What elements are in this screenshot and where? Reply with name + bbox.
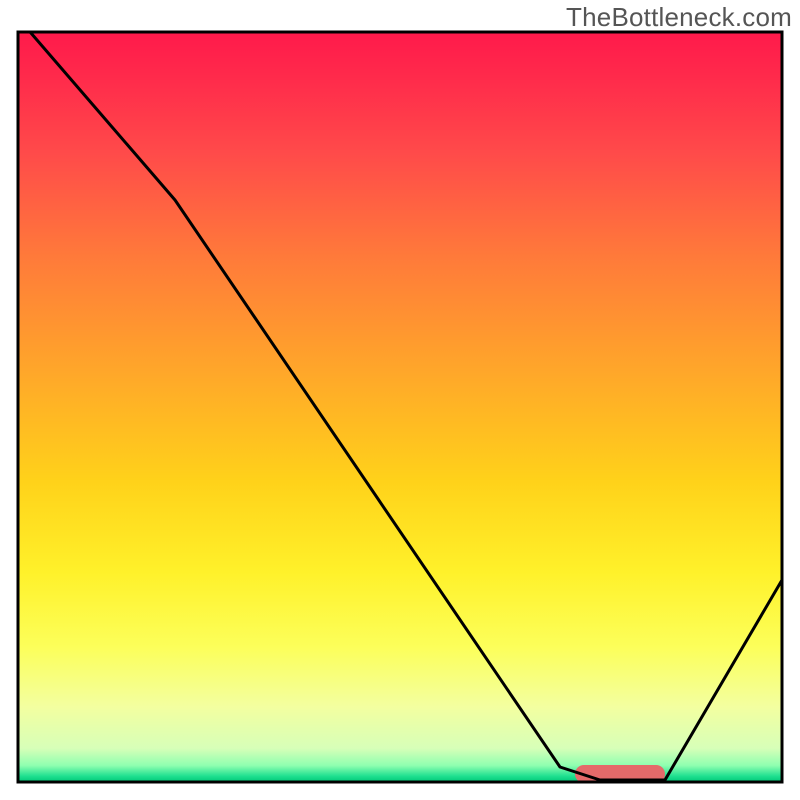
chart-canvas: TheBottleneck.com <box>0 0 800 800</box>
gradient-background <box>18 32 782 782</box>
bottleneck-chart <box>0 0 800 800</box>
